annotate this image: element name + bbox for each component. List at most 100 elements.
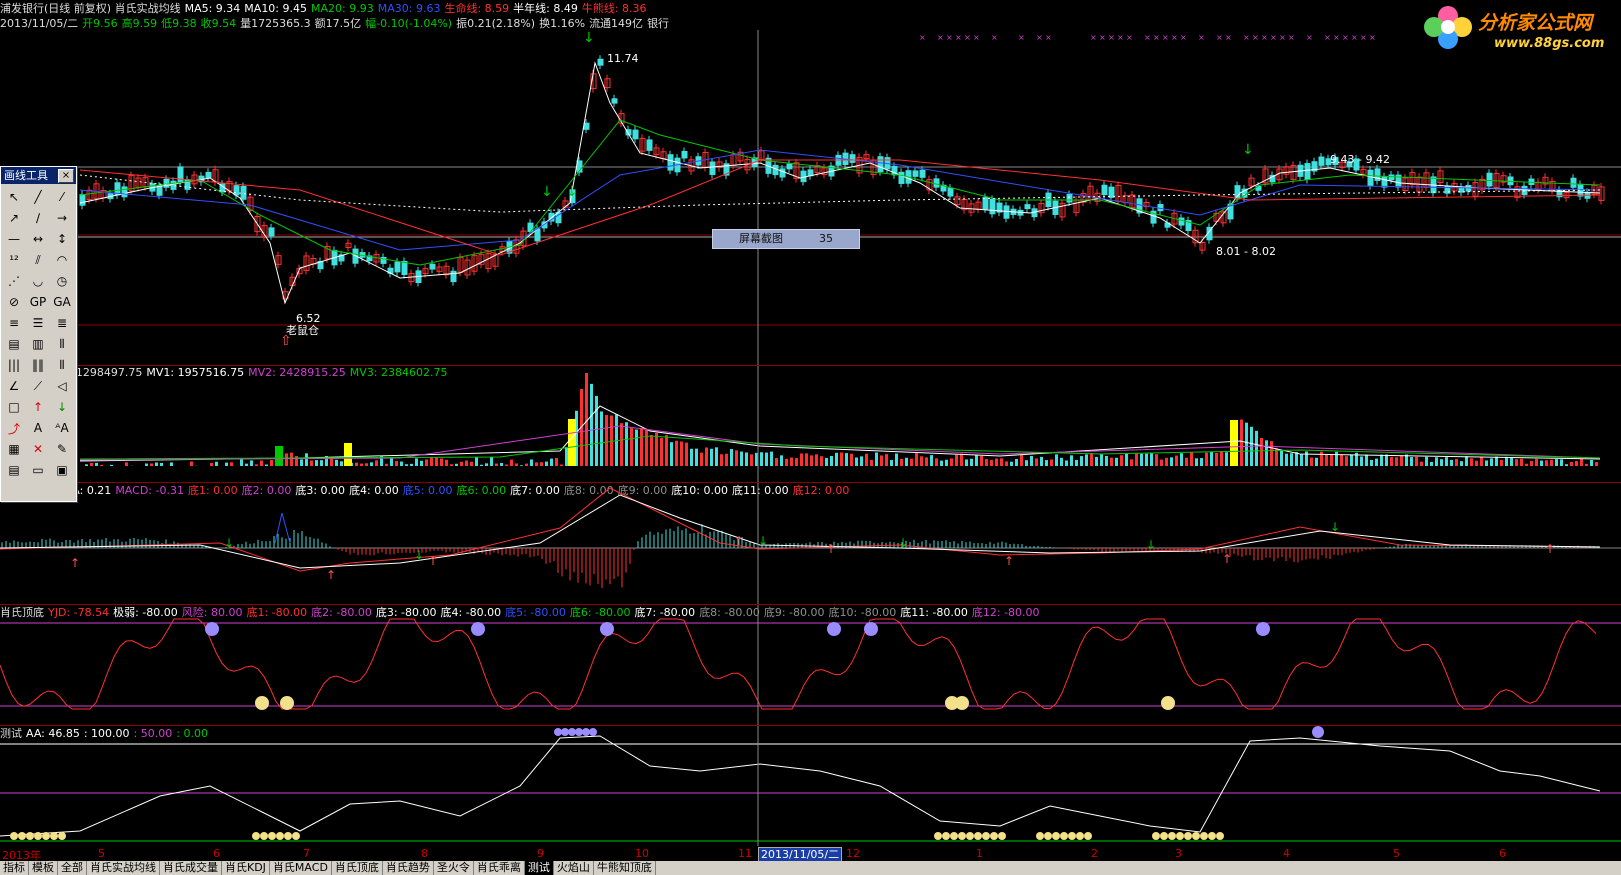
indicator-tab[interactable]: 指标 [0, 861, 29, 875]
signal-x-mark: × [1126, 33, 1133, 42]
test-indicator-panel[interactable]: 测试 AA: 46.85: 100.00: 50.00: 0.00 [0, 726, 1621, 846]
text-icon[interactable]: A [28, 418, 48, 438]
percent-lines-icon[interactable]: ☰ [28, 313, 48, 333]
range-annotation-2: 8.01 - 8.02 [1216, 245, 1276, 258]
indicator-tab[interactable]: 测试 [524, 861, 554, 875]
price-candlestick-chart[interactable]: ↓↓ ↓↓⇧× × × × × × × × × × × × × × × × × × × × × × × × × × × × × × × × × × ×… [0, 0, 1621, 365]
volume-bar [1570, 461, 1573, 466]
vertical-line-icon[interactable]: ↕ [52, 229, 72, 249]
down-arrow-icon[interactable]: ↓ [52, 397, 72, 417]
volume-chart[interactable] [0, 366, 1621, 482]
gann-circle-icon[interactable]: ⊘ [4, 292, 24, 312]
volume-bar [595, 395, 598, 466]
macd-chart[interactable]: ↓ ↓ ↓ ↓ ↓ ↓ ↑ ↑ ↑ ↑ ↑ ↑ ↑ ↑ [0, 483, 1621, 604]
volume-bar [620, 423, 623, 466]
indicator-tab[interactable]: 肖氏乖离 [474, 861, 525, 875]
test-indicator-chart[interactable] [0, 726, 1621, 846]
arrow-line-icon[interactable]: ↗ [4, 208, 24, 228]
parallel-lines-icon[interactable]: ⫽ [28, 250, 48, 270]
speed-lines-icon[interactable]: ▥ [28, 334, 48, 354]
screenshot-button[interactable]: 屏幕截图 35 [712, 229, 860, 249]
indicator-tab[interactable]: 火焰山 [554, 861, 594, 875]
period-lines-icon[interactable]: ⫴ [52, 334, 72, 354]
fibonacci-lines-icon[interactable]: ≣ [52, 313, 72, 333]
list-icon[interactable]: ▤ [4, 460, 24, 480]
indicator-tab[interactable]: 牛熊知顶底 [594, 861, 656, 875]
indicator-tab[interactable]: 模板 [29, 861, 58, 875]
bottom-mark-icon [42, 832, 50, 840]
drawing-tools-window[interactable]: 画线工具 × ↖ ╱ ⁄ ↗ ∕ → — ↔ ↕ ¹² ⫽ ◠ ⋰ ◡ ◷ ⊘ … [0, 166, 77, 502]
up-arrow-icon[interactable]: ↑ [28, 397, 48, 417]
xiao-topbottom-chart[interactable] [0, 605, 1621, 725]
ga-tool-icon[interactable]: GA [52, 292, 72, 312]
price-panel[interactable]: 浦发银行(日线 前复权) 肖氏实战均线 MA5: 9.34 MA10: 9.45 MA… [0, 0, 1621, 365]
grid-icon[interactable]: ▦ [4, 439, 24, 459]
volume-bar [675, 440, 678, 466]
trend-line-icon[interactable]: ∕ [28, 208, 48, 228]
buy-signal-icon: ↓ [583, 30, 595, 46]
volume-bar [1245, 422, 1248, 466]
candle-body [163, 178, 170, 188]
range-annotation-1: 9.43 - 9.42 [1330, 153, 1390, 166]
volume-bar [1105, 455, 1108, 466]
candle-body [779, 168, 786, 178]
xiao-topbottom-panel[interactable]: 肖氏顶底 YJD: -78.54 极弱: -80.00 风险: 80.00 底1: -8… [0, 605, 1621, 725]
flower-logo-icon [1424, 6, 1472, 49]
signal-x-mark: × [1261, 33, 1268, 42]
pointer-icon[interactable]: ↖ [4, 187, 24, 207]
circle-arc-icon[interactable]: ◡ [28, 271, 48, 291]
indicator-tab[interactable]: 肖氏趋势 [383, 861, 434, 875]
indicator-tab[interactable]: 肖氏实战均线 [87, 861, 160, 875]
drawing-tools-titlebar[interactable]: 画线工具 × [1, 167, 76, 184]
volume-bar [1005, 461, 1008, 466]
candle-body [898, 171, 905, 184]
volume-panel[interactable]: 成交量: 0.00: 1298497.75MV1: 1957516.75MV2:… [0, 366, 1621, 482]
fan-lines-icon[interactable]: ⋰ [4, 271, 24, 291]
gp-tool-icon[interactable]: GP [28, 292, 48, 312]
time-cycle-icon[interactable]: ||| [4, 355, 24, 375]
ruler-icon[interactable]: ▭ [28, 460, 48, 480]
highlight-icon[interactable]: ✎ [52, 439, 72, 459]
text-box-icon[interactable]: ᴬA [52, 418, 72, 438]
save-icon[interactable]: ▣ [52, 460, 72, 480]
indicator-tab[interactable]: 肖氏KDJ [222, 861, 270, 875]
fib-time-icon[interactable]: ‖‖ [28, 355, 48, 375]
buy-signal-icon: ↓ [541, 184, 553, 200]
close-icon[interactable]: × [58, 169, 74, 183]
regression-band-icon[interactable]: ▤ [4, 334, 24, 354]
volume-bar [1205, 452, 1208, 466]
indicator-tab[interactable]: 肖氏MACD [270, 861, 332, 875]
volume-bar [780, 455, 783, 466]
horizontal-line-icon[interactable]: — [4, 229, 24, 249]
indicator-tab-bar[interactable]: 指标 模板 全部 肖氏实战均线 肖氏成交量 肖氏KDJ 肖氏MACD 肖氏顶底 肖氏趋势 圣火令肖… [0, 861, 1621, 875]
indicator-tab[interactable]: 圣火令 [434, 861, 474, 875]
volume-bar [605, 414, 608, 466]
buy-sell-mark-icon[interactable]: ⤴ [4, 418, 24, 438]
macd-panel[interactable]: DIF: -0.05DEA: 0.21MACD: -0.31底1: 0.00底2… [0, 483, 1621, 604]
indicator-tab[interactable]: 肖氏成交量 [160, 861, 222, 875]
triangle-icon[interactable]: ◁ [52, 376, 72, 396]
arc-icon[interactable]: ◠ [52, 250, 72, 270]
indicator-tab[interactable]: 全部 [58, 861, 87, 875]
delete-icon[interactable]: ✕ [28, 439, 48, 459]
volume-bar [1120, 455, 1123, 466]
line-segment-icon[interactable]: ╱ [28, 187, 48, 207]
volume-bar [990, 459, 993, 466]
horizontal-ray-icon[interactable]: → [52, 208, 72, 228]
volume-bar [1595, 462, 1598, 466]
channel-icon[interactable]: ≡ [4, 313, 24, 333]
rectangle-icon[interactable]: □ [4, 397, 24, 417]
square-cycle-icon[interactable]: ⦀ [52, 355, 72, 375]
clock-circle-icon[interactable]: ◷ [52, 271, 72, 291]
ray-line-icon[interactable]: ⁄ [52, 187, 72, 207]
volume-bar [435, 457, 438, 466]
horizontal-segment-icon[interactable]: ↔ [28, 229, 48, 249]
volume-bar [590, 383, 593, 466]
indicator-tab[interactable]: 肖氏顶底 [332, 861, 383, 875]
volume-bar [745, 452, 748, 466]
gann-fan-icon[interactable]: ⟋ [28, 376, 48, 396]
volume-bar [1430, 461, 1433, 466]
angle-line-icon[interactable]: ∠ [4, 376, 24, 396]
volume-bar [240, 459, 243, 466]
price-label-icon[interactable]: ¹² [4, 250, 24, 270]
